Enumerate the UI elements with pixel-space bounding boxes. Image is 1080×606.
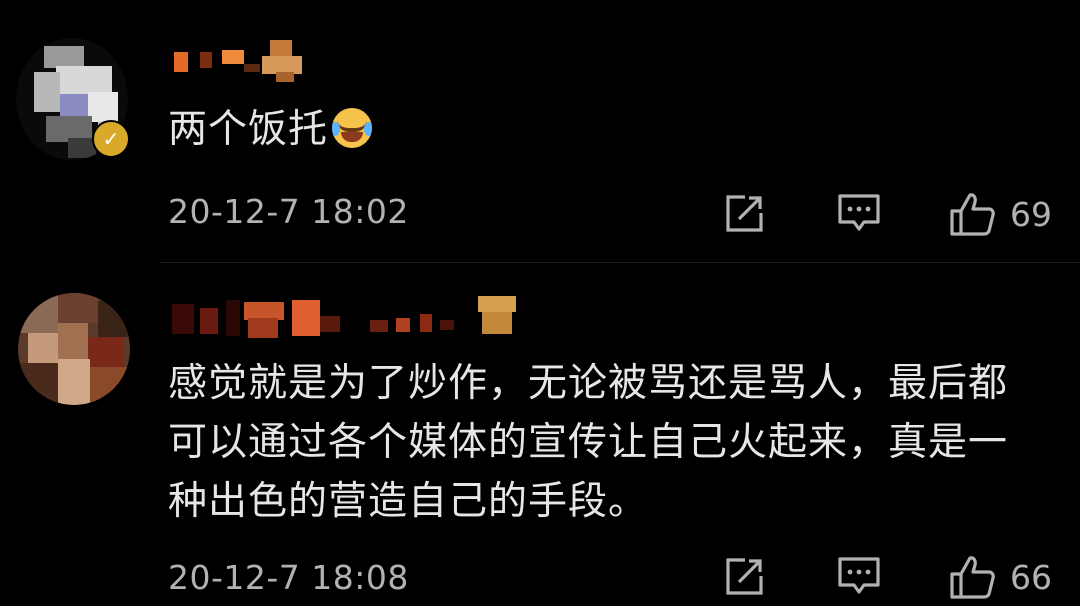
share-icon [723,193,765,235]
reply-button[interactable] [836,189,884,239]
comment-icon [836,192,882,236]
username-mosaic[interactable] [170,38,320,82]
thumbs-up-icon [948,191,996,237]
share-button[interactable] [723,189,769,239]
share-button[interactable] [723,552,769,602]
like-button[interactable]: 66 [948,552,1058,602]
like-count: 66 [1010,557,1052,597]
like-button[interactable]: 69 [948,189,1058,239]
reply-button[interactable] [836,552,884,602]
comment-timestamp: 20-12-7 18:02 [168,192,409,231]
share-icon [723,556,765,598]
comment-timestamp: 20-12-7 18:08 [168,558,409,597]
like-count: 69 [1010,194,1052,234]
comment-text: 两个饭托 [168,100,1040,159]
verified-badge-icon: ✓ [92,120,130,158]
laughing-crying-emoji-icon [332,108,373,148]
comment-item: ✓ 两个饭托 20-12-7 18:02 69 [0,0,1080,262]
comment-icon [836,555,882,599]
username-mosaic[interactable] [170,296,530,340]
thumbs-up-icon [948,554,996,600]
comment-item: 感觉就是为了炒作，无论被骂还是骂人，最后都可以通过各个媒体的宣传让自己火起来，真… [0,262,1080,606]
avatar[interactable] [18,293,130,405]
comment-text: 感觉就是为了炒作，无论被骂还是骂人，最后都可以通过各个媒体的宣传让自己火起来，真… [168,361,1009,524]
